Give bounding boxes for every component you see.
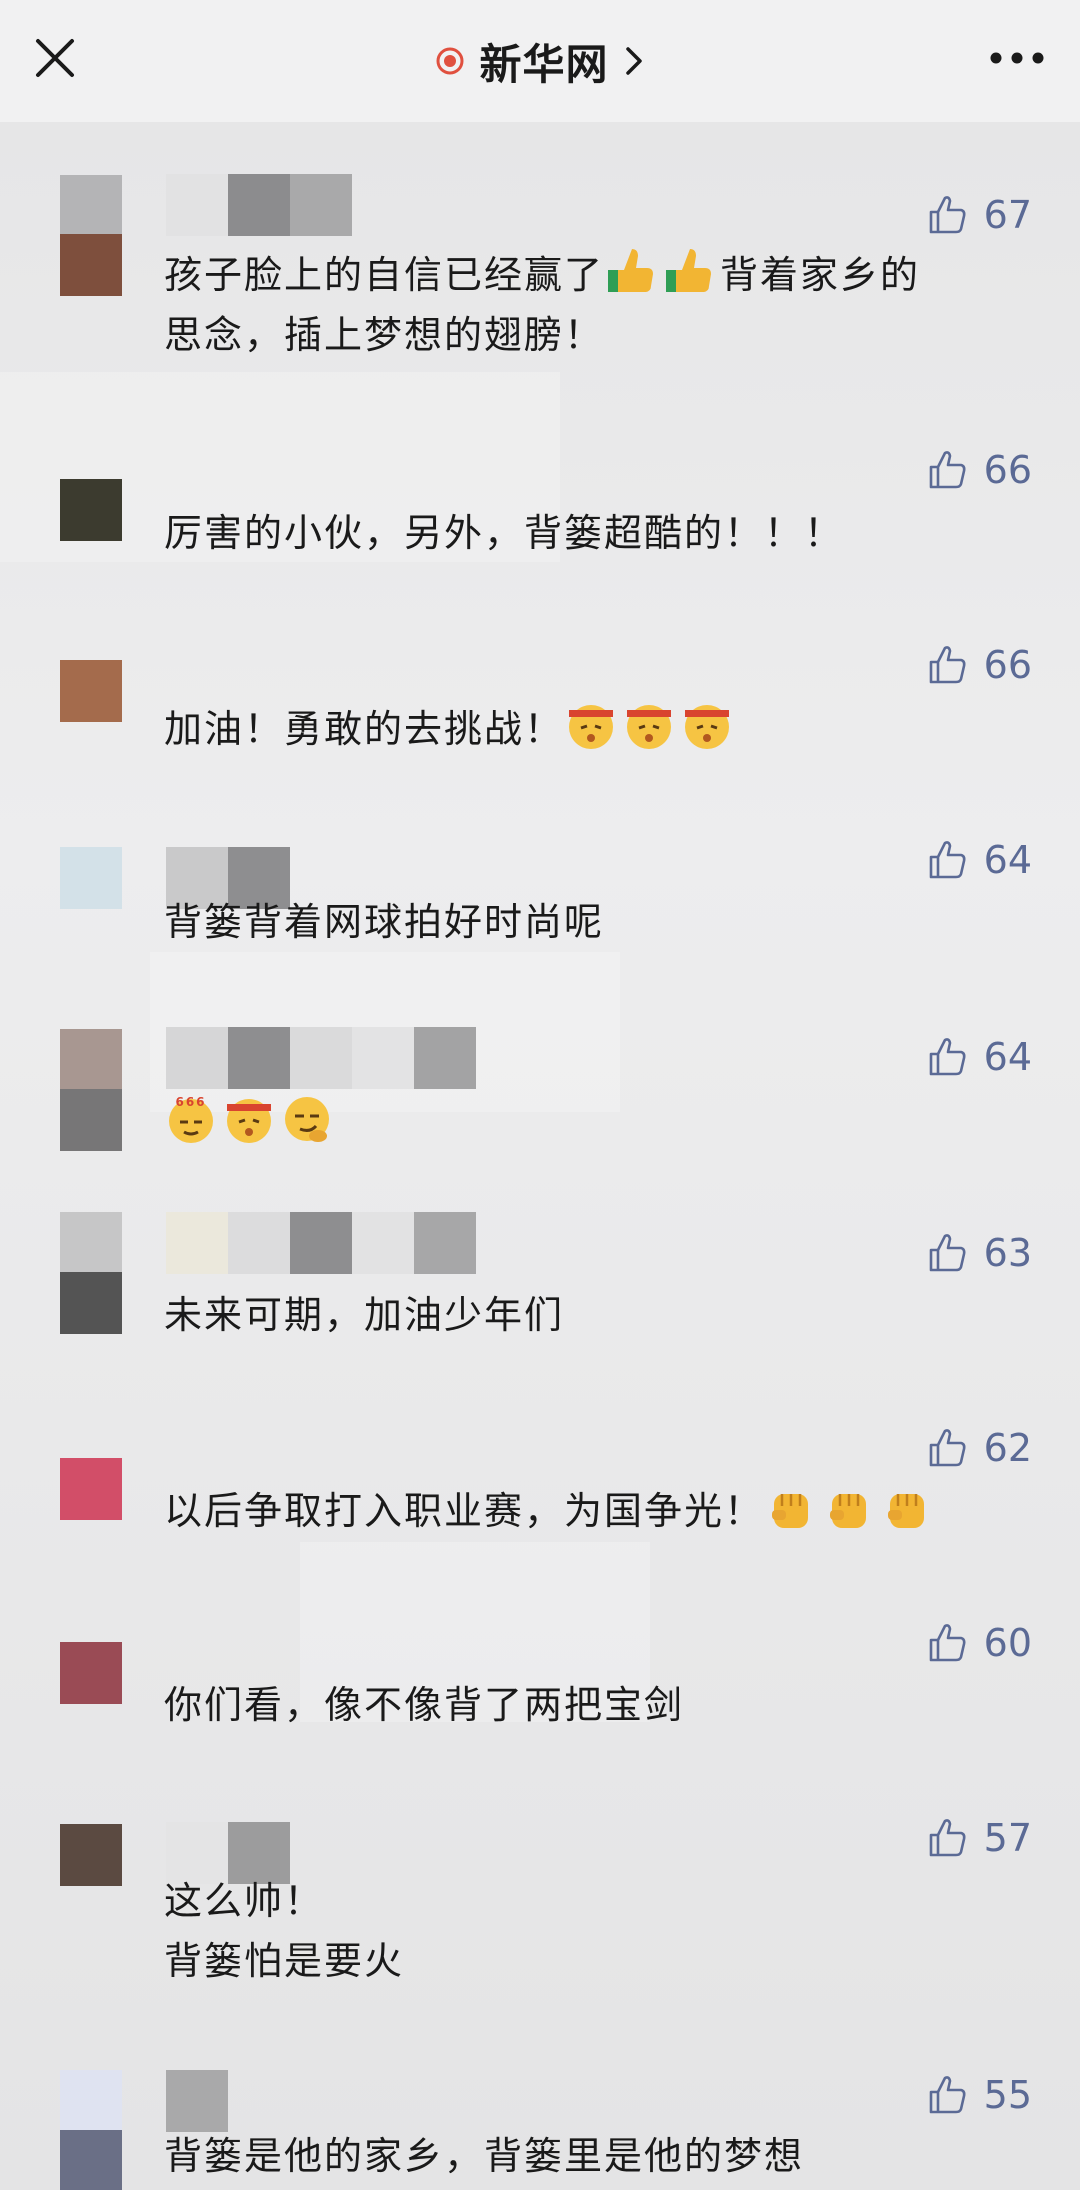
like-count: 64 — [983, 838, 1032, 882]
comment-text-part: 加油！勇敢的去挑战！ — [164, 707, 565, 751]
username-mosaic — [166, 174, 352, 236]
avatar — [60, 660, 122, 722]
like-button[interactable]: 62 — [924, 1425, 1032, 1471]
avatar — [60, 1029, 122, 1091]
comment-text: 以后争取打入职业赛，为国争光！ — [164, 1480, 1024, 1541]
like-count: 63 — [983, 1231, 1032, 1275]
avatar — [60, 479, 122, 541]
thumbs-up-icon — [929, 2076, 966, 2114]
666-emoji: 666 — [169, 1095, 213, 1143]
page-title: 新华网 — [479, 39, 609, 89]
like-button[interactable]: 66 — [924, 642, 1032, 688]
like-button[interactable]: 63 — [924, 1230, 1032, 1276]
fighting-emoji — [685, 705, 730, 749]
like-button[interactable]: 67 — [924, 192, 1032, 238]
like-button[interactable]: 64 — [924, 1034, 1032, 1080]
thumbs-up-icon — [929, 196, 966, 234]
close-icon[interactable] — [28, 31, 82, 85]
thumbs-up-icon — [929, 1234, 966, 1272]
comment-text: 厉害的小伙，另外，背篓超酷的！！！ — [164, 511, 845, 555]
fighting-emoji — [627, 705, 672, 749]
comment-text: 背篓是他的家乡，背篓里是他的梦想 — [164, 2134, 805, 2178]
thumbs-up-icon — [929, 1624, 966, 1662]
comment-text: 孩子脸上的自信已经赢了 背着家乡的 思念，插上梦想的翅膀！ — [164, 244, 1024, 365]
account-title-link[interactable]: 新华网 — [435, 31, 644, 92]
like-button[interactable]: 66 — [924, 447, 1032, 493]
comment-feed[interactable]: 67 孩子脸上的自信已经赢了 背着家乡的 思念，插上梦想的翅膀！ 66 厉害的小伙… — [0, 122, 1080, 2190]
thumbs-up-icon — [929, 1429, 966, 1467]
avatar — [60, 1824, 122, 1886]
svg-text:666: 666 — [175, 1095, 206, 1109]
comment-text: 666 — [164, 1092, 1024, 1153]
like-button[interactable]: 64 — [924, 837, 1032, 883]
avatar — [60, 2130, 122, 2190]
fist-emoji — [772, 1494, 809, 1528]
comment-text: 背篓背着网球拍好时尚呢 — [164, 900, 605, 944]
like-count: 64 — [983, 1035, 1032, 1079]
avatar — [60, 2070, 122, 2132]
comment-text: 这么帅！ 背篓怕是要火 — [164, 1879, 405, 1983]
like-count: 60 — [983, 1621, 1032, 1665]
thumbs-up-icon — [929, 841, 966, 879]
username-mosaic — [166, 1027, 476, 1089]
avatar — [60, 847, 122, 909]
thumbs-up-icon — [929, 451, 966, 489]
chevron-right-icon — [625, 47, 642, 75]
like-count: 62 — [983, 1426, 1032, 1470]
like-count: 67 — [983, 193, 1032, 237]
live-dot-icon — [436, 47, 464, 75]
fist-emoji — [830, 1494, 867, 1528]
avatar — [60, 1458, 122, 1520]
comment-text-part: 以后争取打入职业赛，为国争光！ — [164, 1489, 765, 1533]
comment-text-part: 孩子脸上的自信已经赢了 — [164, 253, 605, 297]
thumbs-up-emoji — [608, 249, 654, 292]
like-button[interactable]: 55 — [924, 2072, 1032, 2118]
like-button[interactable]: 60 — [924, 1620, 1032, 1666]
thumbs-up-icon — [929, 1038, 966, 1076]
fist-emoji — [888, 1494, 925, 1528]
thumbs-up-icon — [929, 646, 966, 684]
like-count: 66 — [983, 643, 1032, 687]
fighting-emoji — [227, 1099, 271, 1143]
like-count: 57 — [983, 1816, 1032, 1860]
more-icon[interactable] — [982, 31, 1052, 85]
avatar — [60, 1212, 122, 1274]
like-button[interactable]: 57 — [924, 1815, 1032, 1861]
fighting-emoji — [569, 705, 614, 749]
avatar — [60, 1272, 122, 1334]
comment-text: 加油！勇敢的去挑战！ — [164, 698, 1024, 759]
comment-text: 你们看，像不像背了两把宝剑 — [164, 1683, 685, 1727]
thumbs-up-emoji — [666, 249, 712, 292]
username-mosaic — [166, 2070, 228, 2132]
avatar — [60, 175, 122, 237]
username-mosaic — [166, 1212, 476, 1274]
smirk-emoji — [285, 1097, 329, 1142]
avatar — [60, 1642, 122, 1704]
comment-text: 未来可期，加油少年们 — [164, 1293, 565, 1337]
top-bar: 新华网 — [0, 0, 1080, 122]
thumbs-up-icon — [929, 1819, 966, 1857]
like-count: 66 — [983, 448, 1032, 492]
avatar — [60, 1089, 122, 1151]
like-count: 55 — [983, 2073, 1032, 2117]
avatar — [60, 234, 122, 296]
